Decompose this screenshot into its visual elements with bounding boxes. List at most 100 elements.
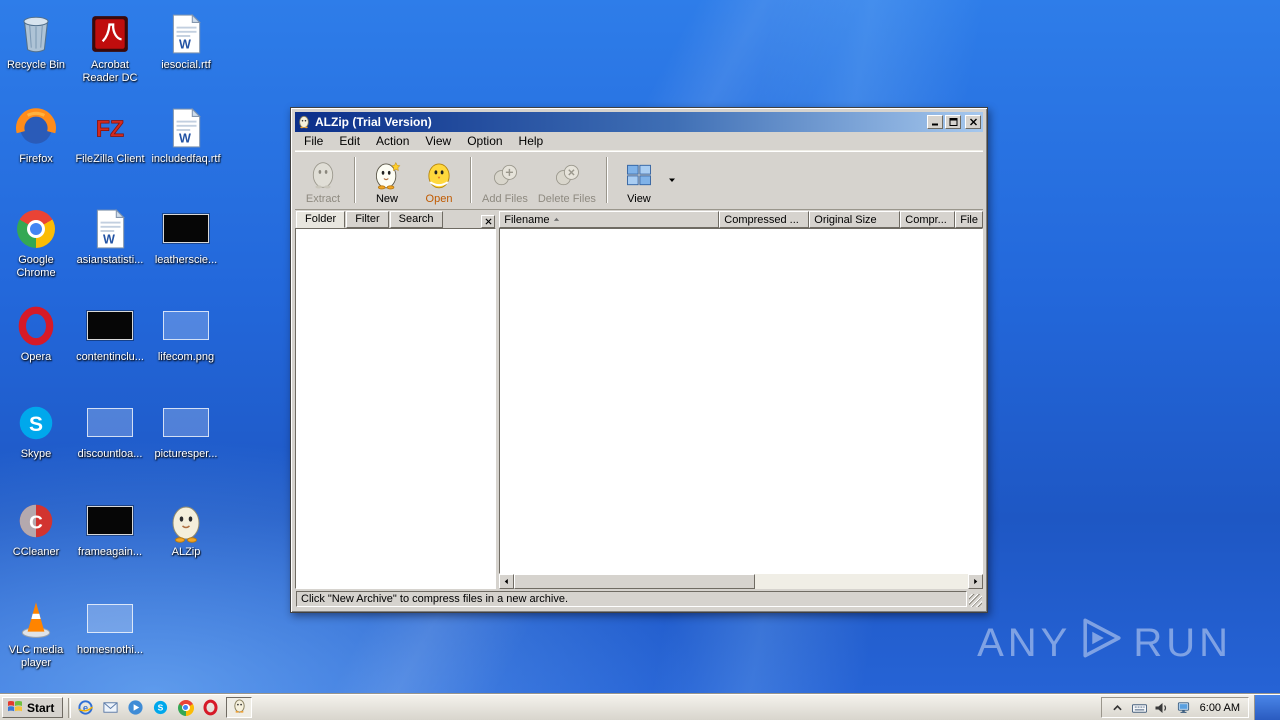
menu-view[interactable]: View bbox=[417, 132, 459, 150]
svg-text:W: W bbox=[179, 132, 191, 146]
close-button[interactable] bbox=[965, 115, 981, 129]
menu-edit[interactable]: Edit bbox=[331, 132, 368, 150]
desktop-icon-picturesper[interactable]: picturesper... bbox=[148, 399, 224, 461]
start-button[interactable]: Start bbox=[2, 697, 64, 718]
window-content: Folder Filter Search Filename Compressed ..… bbox=[295, 210, 983, 589]
column-header-file-type[interactable]: File bbox=[955, 211, 983, 228]
anyrun-watermark: ANY RUN bbox=[977, 616, 1232, 670]
column-header-compressed-size[interactable]: Compressed ... bbox=[719, 211, 810, 228]
asianstatisti-icon: W bbox=[72, 205, 148, 251]
network-icon[interactable] bbox=[1176, 701, 1191, 714]
svg-text:C: C bbox=[29, 512, 43, 533]
desktop-icon-contentinclu[interactable]: contentinclu... bbox=[72, 302, 148, 364]
desktop-icon-label: frameagain... bbox=[77, 546, 143, 558]
column-header-label: Filename bbox=[504, 213, 550, 226]
desktop-icon-label: FileZilla Client bbox=[75, 153, 145, 165]
svg-text:S: S bbox=[158, 703, 164, 713]
toolbar-separator bbox=[605, 157, 608, 203]
desktop-icon-alzip[interactable]: ALZip bbox=[148, 497, 224, 559]
volume-icon[interactable] bbox=[1154, 702, 1169, 714]
toolbar-open-button[interactable]: Open bbox=[413, 153, 465, 207]
alzip-app-icon bbox=[297, 115, 311, 129]
mail-quicklaunch-icon[interactable] bbox=[101, 698, 120, 717]
opera-quicklaunch-icon[interactable] bbox=[201, 698, 220, 717]
desktop-icon-homesnothi[interactable]: homesnothi... bbox=[72, 595, 148, 657]
horizontal-scrollbar[interactable] bbox=[499, 574, 983, 589]
desktop-icon-discountloa[interactable]: discountloa... bbox=[72, 399, 148, 461]
taskbar-alzip-button[interactable] bbox=[226, 697, 253, 718]
desktop-icon-includedfaq-rtf[interactable]: Wincludedfaq.rtf bbox=[148, 104, 224, 166]
desktop-icon-label: homesnothi... bbox=[76, 644, 144, 656]
taskbar-divider bbox=[68, 697, 72, 718]
toolbar-add-files-button: Add Files bbox=[477, 153, 533, 207]
file-list-area[interactable] bbox=[499, 228, 983, 574]
desktop-icon-filezilla[interactable]: FZ FileZilla Client bbox=[72, 104, 148, 166]
desktop-icon-lifecom-png[interactable]: lifecom.png bbox=[148, 302, 224, 364]
start-label: Start bbox=[27, 700, 55, 715]
desktop-icon-asianstatisti[interactable]: Wasianstatisti... bbox=[72, 205, 148, 267]
new-icon bbox=[372, 158, 402, 192]
desktop-icon-iesocial-rtf[interactable]: Wiesocial.rtf bbox=[148, 10, 224, 72]
desktop-icon-label: discountloa... bbox=[77, 448, 143, 460]
menu-option[interactable]: Option bbox=[459, 132, 510, 150]
desktop-icon-firefox[interactable]: Firefox bbox=[0, 104, 74, 166]
show-desktop-button[interactable] bbox=[1254, 695, 1280, 720]
contentinclu-icon bbox=[72, 302, 148, 348]
column-header-filename[interactable]: Filename bbox=[499, 211, 720, 228]
menu-action[interactable]: Action bbox=[368, 132, 417, 150]
keyboard-icon[interactable] bbox=[1131, 702, 1147, 714]
view-icon bbox=[624, 158, 654, 192]
desktop-icon-label: ALZip bbox=[171, 546, 201, 558]
hidden-icons-icon[interactable] bbox=[1110, 702, 1125, 714]
menu-help[interactable]: Help bbox=[511, 132, 552, 150]
toolbar-view-button[interactable]: View bbox=[613, 153, 665, 207]
view-dropdown-arrow[interactable] bbox=[665, 155, 679, 205]
menu-file[interactable]: File bbox=[296, 132, 331, 150]
skype-quicklaunch-icon[interactable]: S bbox=[151, 698, 170, 717]
desktop-icon-label: leatherscie... bbox=[154, 254, 218, 266]
vlc-icon bbox=[0, 595, 74, 641]
tab-folder[interactable]: Folder bbox=[296, 211, 346, 228]
svg-text:FZ: FZ bbox=[96, 115, 124, 141]
desktop-icon-opera[interactable]: Opera bbox=[0, 302, 74, 364]
google-chrome-icon bbox=[0, 205, 74, 251]
column-header-original-size[interactable]: Original Size bbox=[809, 211, 901, 228]
titlebar[interactable]: ALZip (Trial Version) bbox=[295, 112, 983, 132]
desktop-icon-label: Skype bbox=[20, 448, 52, 460]
alzip-window: ALZip (Trial Version) File Edit Action View… bbox=[290, 107, 988, 613]
folder-pane: Folder Filter Search bbox=[295, 211, 497, 589]
desktop-icon-ccleaner[interactable]: C CCleaner bbox=[0, 497, 74, 559]
desktop-icon-google-chrome[interactable]: Google Chrome bbox=[0, 205, 74, 280]
discountloa-icon bbox=[72, 399, 148, 445]
toolbar-new-button[interactable]: New bbox=[361, 153, 413, 207]
media-player-quicklaunch-icon[interactable] bbox=[126, 698, 145, 717]
maximize-button[interactable] bbox=[945, 115, 961, 129]
toolbar-extract-button: Extract bbox=[297, 153, 349, 207]
internet-explorer-quicklaunch-icon[interactable]: e bbox=[76, 698, 95, 717]
desktop-icon-skype[interactable]: S Skype bbox=[0, 399, 74, 461]
filezilla-icon: FZ bbox=[72, 104, 148, 150]
delete-files-icon bbox=[552, 158, 582, 192]
column-header-row: Filename Compressed ... Original Size Compr… bbox=[499, 211, 983, 228]
resize-grip[interactable] bbox=[969, 594, 982, 607]
lifecom-png-icon bbox=[148, 302, 224, 348]
desktop-icon-acrobat-reader[interactable]: Acrobat Reader DC bbox=[72, 10, 148, 85]
watermark-text-left: ANY bbox=[977, 620, 1072, 665]
taskbar-clock[interactable]: 6:00 AM bbox=[1198, 702, 1240, 714]
pane-close-button[interactable] bbox=[481, 215, 496, 228]
tab-search[interactable]: Search bbox=[389, 211, 443, 228]
scroll-left-button[interactable] bbox=[499, 574, 515, 589]
desktop-icon-vlc[interactable]: VLC media player bbox=[0, 595, 74, 670]
desktop-icon-recycle-bin[interactable]: Recycle Bin bbox=[0, 10, 74, 72]
scrollbar-track[interactable] bbox=[514, 574, 968, 589]
desktop-icon-leatherscie[interactable]: leatherscie... bbox=[148, 205, 224, 267]
column-header-compression-ratio[interactable]: Compr... bbox=[900, 211, 956, 228]
scrollbar-thumb[interactable] bbox=[514, 574, 755, 589]
chrome-quicklaunch-icon[interactable] bbox=[176, 698, 195, 717]
desktop-icon-frameagain[interactable]: frameagain... bbox=[72, 497, 148, 559]
folder-tree-area[interactable] bbox=[295, 228, 497, 589]
minimize-button[interactable] bbox=[927, 115, 943, 129]
column-header-label: File bbox=[960, 213, 978, 226]
scroll-right-button[interactable] bbox=[968, 574, 983, 589]
tab-filter[interactable]: Filter bbox=[346, 211, 389, 228]
